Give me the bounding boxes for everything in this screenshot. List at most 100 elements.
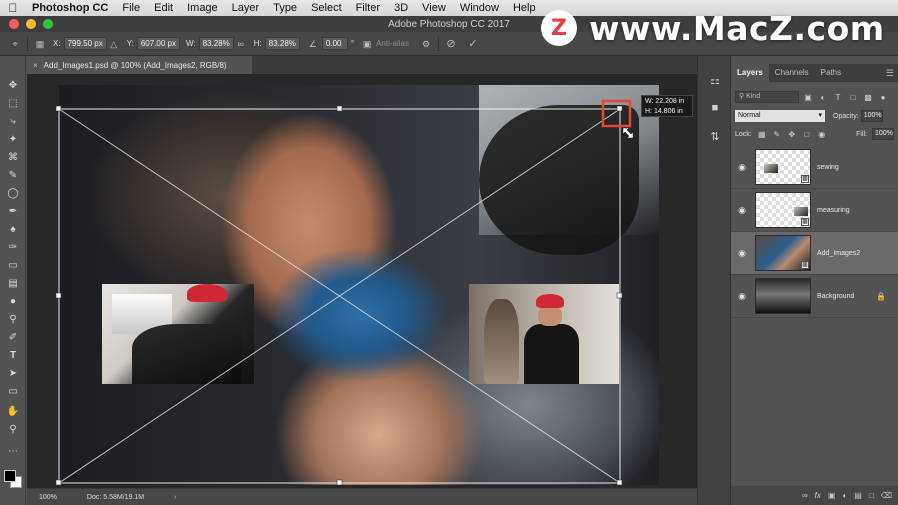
transform-handle-right[interactable] [616,292,623,299]
filter-toggle-icon[interactable]: ● [877,93,889,102]
width-input[interactable]: 83.28% [198,37,234,50]
healing-brush-tool-icon[interactable]: ◯ [4,186,22,200]
visibility-eye-icon[interactable]: ◉ [731,248,753,259]
tab-channels[interactable]: Channels [769,64,815,82]
commit-transform-icon[interactable]: ✓ [466,38,480,50]
menu-filter[interactable]: Filter [349,0,387,16]
zoom-window-button[interactable] [43,19,53,29]
new-layer-icon[interactable]: □ [869,491,874,500]
hand-tool-icon[interactable]: ✋ [4,404,22,418]
brush-tool-icon[interactable]: ✒ [4,204,22,218]
clone-stamp-tool-icon[interactable]: ♠ [4,222,22,236]
apple-icon[interactable]:  [0,1,26,15]
shape-filter-icon[interactable]: □ [847,93,859,102]
history-brush-tool-icon[interactable]: ✑ [4,240,22,254]
delete-layer-icon[interactable]: ⌫ [881,491,892,500]
visibility-eye-icon[interactable]: ◉ [731,291,753,302]
transform-handle-top-left[interactable] [55,105,62,112]
menu-layer[interactable]: Layer [225,0,267,16]
menu-select[interactable]: Select [304,0,349,16]
marquee-tool-icon[interactable]: ⬚ [4,96,22,110]
opacity-input[interactable]: 100% [860,110,883,122]
lock-image-icon[interactable]: ✎ [772,130,782,139]
add-mask-icon[interactable]: ▣ [828,491,836,500]
adjustment-filter-icon[interactable]: ◐ [817,93,829,102]
close-window-button[interactable] [9,19,19,29]
link-icon[interactable]: ∞ [234,38,248,50]
adjustment-layer-icon[interactable]: ◐ [842,491,847,500]
antialias-checkbox[interactable]: Anti-alias [376,39,409,48]
lock-position-icon[interactable]: ✥ [787,130,797,139]
quick-select-tool-icon[interactable]: ✦ [4,132,22,146]
menu-help[interactable]: Help [506,0,543,16]
interpolation-icon[interactable]: ▣ [360,38,374,50]
angle-input[interactable]: 0.00 [321,37,348,50]
new-group-icon[interactable]: ▤ [854,491,862,500]
cancel-transform-icon[interactable]: ⊘ [444,38,458,50]
panel-menu-icon[interactable]: ☰ [886,64,894,82]
relative-position-icon[interactable]: △ [107,38,121,50]
close-tab-icon[interactable]: × [33,61,38,70]
lock-transparency-icon[interactable]: ▦ [757,130,767,139]
document-tab[interactable]: × Add_Images1.psd @ 100% (Add_Images2, R… [27,56,252,74]
tab-paths[interactable]: Paths [815,64,847,82]
menu-window[interactable]: Window [453,0,506,16]
transform-handle-top[interactable] [336,105,343,112]
zoom-tool-icon[interactable]: ⚲ [4,422,22,436]
move-tool-icon[interactable]: ✥ [4,78,22,92]
path-select-tool-icon[interactable]: ➤ [4,366,22,380]
menu-view[interactable]: View [415,0,453,16]
rectangle-tool-icon[interactable]: ▭ [4,384,22,398]
eraser-tool-icon[interactable]: ▭ [4,258,22,272]
status-menu-arrow[interactable]: › [174,494,176,501]
color-swatches-icon[interactable] [3,468,23,490]
layer-style-icon[interactable]: fx [815,491,821,500]
visibility-eye-icon[interactable]: ◉ [731,162,753,173]
crop-tool-icon[interactable]: ⌘ [4,150,22,164]
minimize-window-button[interactable] [26,19,36,29]
menu-image[interactable]: Image [180,0,225,16]
tab-layers[interactable]: Layers [731,64,769,82]
lock-all-icon[interactable]: ◉ [817,130,827,139]
transform-tool-icon[interactable]: ⌖ [8,38,22,50]
zoom-level[interactable]: 100% [39,494,57,501]
layer-row-measuring[interactable]: ◉ ▩ measuring [731,189,898,232]
lock-artboard-icon[interactable]: □ [802,130,812,139]
reference-point-icon[interactable]: ▦ [33,38,47,50]
transform-handle-bottom[interactable] [336,479,343,486]
gradient-tool-icon[interactable]: ▤ [4,276,22,290]
transform-handle-left[interactable] [55,292,62,299]
menu-type[interactable]: Type [266,0,304,16]
document-canvas[interactable]: W: 22.208 in H: 14.806 in [27,74,697,488]
more-tools-icon[interactable]: ⋯ [4,444,22,458]
y-position-input[interactable]: 607.00 px [136,37,180,50]
fill-input[interactable]: 100% [872,128,894,140]
layer-row-sewing[interactable]: ◉ ▩ sewing [731,146,898,189]
history-panel-icon[interactable]: ⚏ [706,72,724,88]
type-tool-icon[interactable]: T [4,348,22,362]
menu-3d[interactable]: 3D [387,0,415,16]
smart-object-filter-icon[interactable]: ▩ [862,93,874,102]
layer-row-add-images2[interactable]: ◉ ▩ Add_Images2 [731,232,898,275]
menu-file[interactable]: File [115,0,147,16]
visibility-eye-icon[interactable]: ◉ [731,205,753,216]
layer-row-background[interactable]: ◉ Background 🔒 [731,275,898,318]
x-position-input[interactable]: 799.50 px [63,37,107,50]
type-filter-icon[interactable]: T [832,93,844,102]
menu-app-name[interactable]: Photoshop CC [26,0,115,16]
transform-handle-bottom-right[interactable] [616,479,623,486]
lasso-tool-icon[interactable]: ⤷ [4,114,22,128]
layer-kind-filter[interactable]: ⚲ Kind [735,91,799,103]
pixel-filter-icon[interactable]: ▣ [802,93,814,102]
transform-handle-top-right[interactable] [616,105,623,112]
blend-mode-select[interactable]: Normal ▾ [735,110,825,122]
foreground-color-swatch[interactable] [4,470,16,482]
height-input[interactable]: 83.28% [264,37,300,50]
transform-handle-bottom-left[interactable] [55,479,62,486]
eyedropper-tool-icon[interactable]: ✎ [4,168,22,182]
pen-tool-icon[interactable]: ✐ [4,330,22,344]
menu-edit[interactable]: Edit [147,0,180,16]
properties-panel-icon[interactable]: ■ [706,100,724,116]
blur-tool-icon[interactable]: ● [4,294,22,308]
libraries-panel-icon[interactable]: ⇅ [706,128,724,144]
